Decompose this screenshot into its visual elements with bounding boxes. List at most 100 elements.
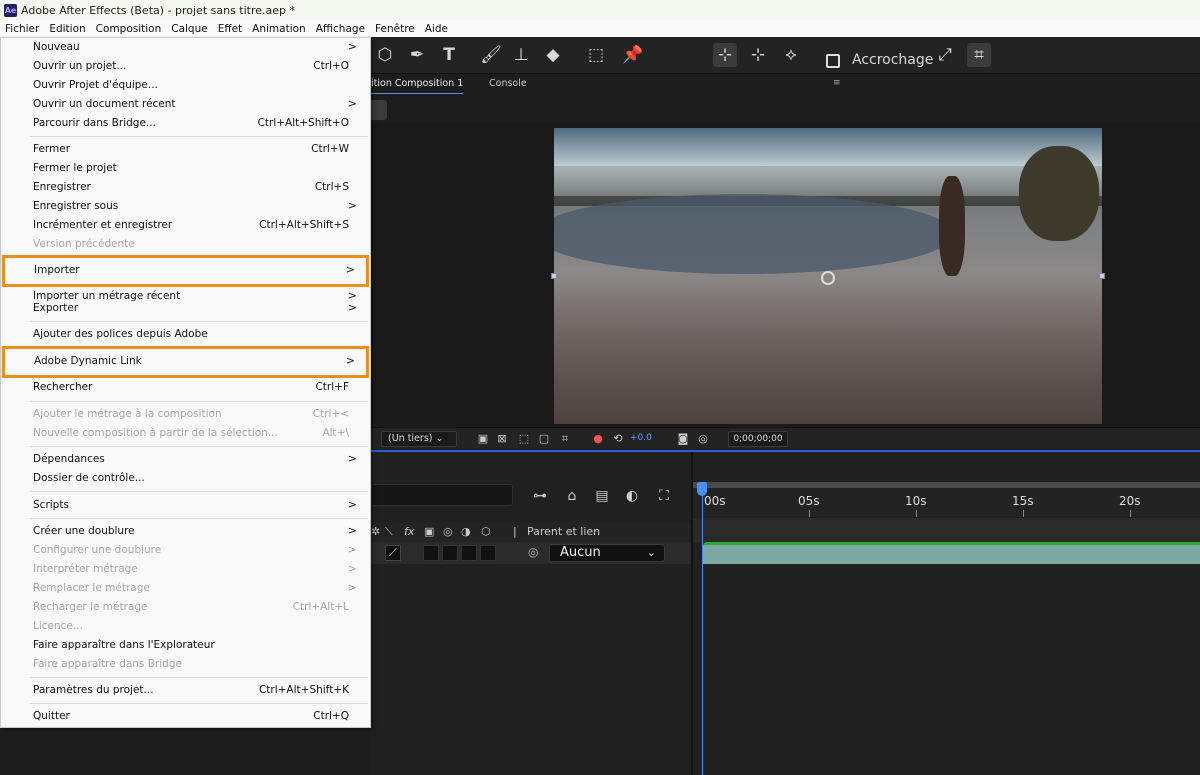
parent-link-header: Parent et lien xyxy=(527,525,601,538)
switch-box[interactable] xyxy=(423,545,439,561)
graph-editor-icon[interactable]: ⛶ xyxy=(653,486,675,506)
snap-target-icon[interactable]: ⌗ xyxy=(967,43,991,67)
frame-blending-icon[interactable]: ▤ xyxy=(591,486,613,506)
tab-composition[interactable]: ition Composition 1 xyxy=(371,78,464,94)
switch-box[interactable] xyxy=(461,545,477,561)
channel-icon[interactable]: ● xyxy=(591,432,605,446)
exposure-value[interactable]: +0.0 xyxy=(630,433,652,443)
menu-item-explorateur[interactable]: Faire apparaître dans l'Explorateur xyxy=(1,637,370,655)
menu-composition[interactable]: Composition xyxy=(96,23,162,35)
layer-duration-bar[interactable] xyxy=(703,542,1200,564)
layer-row[interactable]: ⟋ ◎ Aucun ⌄ xyxy=(371,542,691,564)
fast-preview-icon[interactable]: ▣ xyxy=(476,432,490,446)
menu-item-dossier-controle[interactable]: Dossier de contrôle... xyxy=(1,470,370,488)
motion-blur-switch-icon[interactable]: ◎ xyxy=(443,525,453,538)
menu-item-nouveau[interactable]: Nouveau > xyxy=(1,39,370,57)
menu-item-interpreter-metrage: Interpréter métrage > xyxy=(1,561,370,579)
anchor-point-icon[interactable] xyxy=(821,271,835,285)
switch-box[interactable] xyxy=(480,545,496,561)
viewer-lock-button[interactable] xyxy=(371,100,387,120)
playhead-handle[interactable] xyxy=(697,482,707,496)
local-axis-icon[interactable]: ⊹ xyxy=(713,43,737,67)
parent-select[interactable]: Aucun ⌄ xyxy=(549,544,665,562)
menu-item-incrementer[interactable]: Incrémenter et enregistrer Ctrl+Alt+Shift… xyxy=(1,217,370,235)
menu-item-label: Rechercher xyxy=(33,381,93,393)
menu-item-dynamic-link[interactable]: Adobe Dynamic Link > xyxy=(2,346,369,378)
grid-guides-icon[interactable]: ⌗ xyxy=(558,432,572,446)
adjust-switch-icon[interactable]: ◑ xyxy=(461,525,471,538)
collapse-switch-icon[interactable]: ⟍ xyxy=(385,525,393,539)
adjustment-layer-icon[interactable]: ▣ xyxy=(424,525,434,538)
menu-item-creer-doublure[interactable]: Créer une doublure > xyxy=(1,523,370,541)
menu-item-ouvrir-projet-equipe[interactable]: Ouvrir Projet d'équipe... xyxy=(1,77,370,95)
menu-item-parametres-projet[interactable]: Paramètres du projet... Ctrl+Alt+Shift+K xyxy=(1,682,370,700)
3d-box-icon[interactable]: ⬡ xyxy=(373,43,397,67)
menu-item-fermer-projet[interactable]: Fermer le projet xyxy=(1,160,370,178)
composition-viewer[interactable] xyxy=(371,122,1200,427)
menu-item-ouvrir-projet[interactable]: Ouvrir un projet... Ctrl+O xyxy=(1,58,370,76)
text-tool-icon[interactable]: T xyxy=(437,43,461,67)
tab-menu-icon[interactable]: ≡ xyxy=(833,78,841,88)
eraser-tool-icon[interactable]: ◆ xyxy=(541,43,565,67)
menu-item-scripts[interactable]: Scripts > xyxy=(1,497,370,515)
shy-layers-icon[interactable]: ⌂ xyxy=(561,486,583,506)
composition-flowchart-icon[interactable]: ⊶ xyxy=(529,486,551,506)
menu-item-enregistrer[interactable]: Enregistrer Ctrl+S xyxy=(1,179,370,197)
quality-switch[interactable]: ⟋ xyxy=(385,545,401,561)
roto-brush-icon[interactable]: ⬚ xyxy=(584,43,608,67)
work-area-bar[interactable] xyxy=(693,482,1200,488)
menu-item-label: Enregistrer sous xyxy=(33,200,119,212)
menu-item-enregistrer-sous[interactable]: Enregistrer sous > xyxy=(1,198,370,216)
menu-animation[interactable]: Animation xyxy=(252,23,306,35)
puppet-pin-icon[interactable]: 📌 xyxy=(621,43,645,67)
snap-expand-icon[interactable]: ⤢ xyxy=(933,43,957,67)
show-snapshot-icon[interactable]: ◎ xyxy=(696,432,710,446)
resolution-select[interactable]: (Un tiers) ⌄ xyxy=(381,431,457,447)
menu-item-ouvrir-recent[interactable]: Ouvrir un document récent > xyxy=(1,96,370,114)
menu-item-rechercher[interactable]: Rechercher Ctrl+F xyxy=(1,379,370,397)
clone-stamp-icon[interactable]: ⊥ xyxy=(509,43,533,67)
transform-handle-left[interactable] xyxy=(551,273,557,279)
menu-item-label: Ouvrir un projet... xyxy=(33,60,127,72)
menu-item-exporter[interactable]: Exporter > xyxy=(1,300,370,318)
switch-box[interactable] xyxy=(442,545,458,561)
3d-layer-switch-icon[interactable]: ⬡ xyxy=(481,525,491,538)
submenu-arrow-icon: > xyxy=(347,562,357,575)
view-axis-icon[interactable]: ⟡ xyxy=(779,43,803,67)
menu-fenetre[interactable]: Fenêtre xyxy=(375,23,415,35)
menu-aide[interactable]: Aide xyxy=(425,23,448,35)
menu-edition[interactable]: Edition xyxy=(49,23,85,35)
brush-tool-icon[interactable]: 🖌 xyxy=(479,43,503,67)
menu-item-importer[interactable]: Importer > xyxy=(2,255,369,287)
menu-fichier[interactable]: Fichier xyxy=(5,23,39,35)
menu-item-shortcut: Ctrl+S xyxy=(314,181,349,193)
playhead-line[interactable] xyxy=(702,482,703,775)
transparency-grid-icon[interactable]: ⊠ xyxy=(495,432,509,446)
ruler-label: 05s xyxy=(798,494,820,508)
layer-search-input[interactable] xyxy=(371,484,513,506)
world-axis-icon[interactable]: ⊹ xyxy=(746,43,770,67)
region-of-interest-icon[interactable]: ▢ xyxy=(537,432,551,446)
menu-calque[interactable]: Calque xyxy=(171,23,207,35)
snapping-checkbox[interactable] xyxy=(826,54,840,68)
motion-blur-icon[interactable]: ◐ xyxy=(621,486,643,506)
menu-item-dependances[interactable]: Dépendances > xyxy=(1,451,370,469)
menu-affichage[interactable]: Affichage xyxy=(316,23,365,35)
menu-item-fermer[interactable]: Fermer Ctrl+W xyxy=(1,141,370,159)
pick-whip-icon[interactable]: ◎ xyxy=(528,545,538,559)
menu-item-parcourir-bridge[interactable]: Parcourir dans Bridge... Ctrl+Alt+Shift+O xyxy=(1,115,370,133)
current-time-display[interactable]: 0;00;00;00 xyxy=(728,431,788,447)
transform-handle-right[interactable] xyxy=(1099,273,1105,279)
submenu-arrow-icon: > xyxy=(347,40,357,53)
menu-effet[interactable]: Effet xyxy=(218,23,242,35)
tab-console[interactable]: Console xyxy=(489,78,527,89)
pen-tool-icon[interactable]: ✒ xyxy=(405,43,429,67)
snapshot-camera-icon[interactable]: ◙ xyxy=(676,432,690,446)
fx-switch-icon[interactable]: fx xyxy=(404,525,414,538)
exposure-reset-icon[interactable]: ⟲ xyxy=(611,432,625,446)
mask-path-icon[interactable]: ⬚ xyxy=(517,432,531,446)
menu-item-version-precedente: Version précédente xyxy=(1,236,370,254)
sun-switch-icon[interactable]: ✲ xyxy=(371,525,380,538)
menu-item-quitter[interactable]: Quitter Ctrl+Q xyxy=(1,708,370,726)
menu-item-ajouter-polices[interactable]: Ajouter des polices depuis Adobe xyxy=(1,326,370,344)
